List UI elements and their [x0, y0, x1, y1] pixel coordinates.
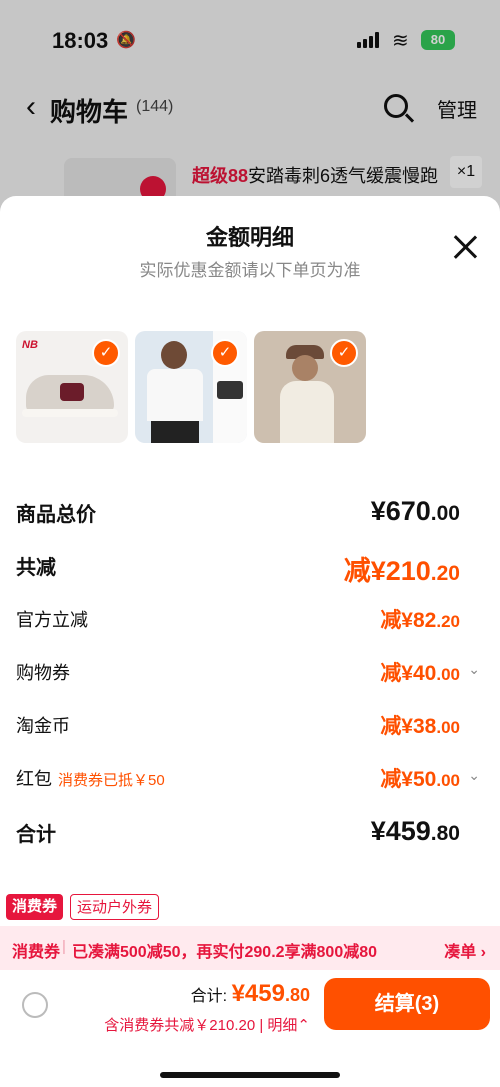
home-indicator — [160, 1072, 340, 1078]
row-label: 购物券 — [16, 663, 70, 683]
red-packet-note: 消费券已抵￥50 — [58, 772, 165, 789]
check-icon: ✓ — [330, 339, 358, 367]
row-value: ¥459.80 — [370, 816, 460, 846]
select-all-radio[interactable] — [22, 992, 48, 1018]
chevron-down-icon[interactable]: ⌄ — [468, 661, 480, 678]
row-official-reduce: 官方立减 减¥82.20 — [16, 604, 484, 634]
row-sum: 合计 ¥459.80 — [16, 816, 484, 850]
model-head — [292, 355, 318, 381]
row-goods-total: 商品总价 ¥670.00 — [16, 496, 484, 530]
sheet-subtitle: 实际优惠金额请以下单页为准 — [139, 261, 361, 280]
promo-bar[interactable]: 消费券 | 已凑满500减50，再实付290.2享满800减80 凑单 › — [0, 926, 500, 970]
row-value: ¥670.00 — [370, 496, 460, 526]
row-total-reduce: 共减 减¥210.20 — [16, 549, 484, 586]
brand-logo: NB — [22, 339, 38, 351]
row-label: 共减 — [16, 557, 56, 579]
shoe-image — [26, 375, 114, 413]
add-items-button[interactable]: 凑单 › — [444, 938, 486, 962]
amount-detail-sheet: 金额明细 实际优惠金额请以下单页为准 NB ✓ ✓ ✓ 商品总价 ¥670.00 — [0, 196, 500, 1087]
sheet-title: 金额明细 — [205, 225, 294, 250]
checkout-bar: 合计: ¥459.80 含消费券共减￥210.20 | 明细⌃ 结算(3) — [0, 970, 500, 1087]
row-value: 减¥38.00 — [380, 715, 460, 738]
product-thumbnail-coat[interactable]: ✓ — [254, 331, 366, 443]
promo-text: 已凑满500减50，再实付290.2享满800减80 — [72, 944, 378, 961]
row-label: 合计 — [16, 824, 56, 846]
row-coupon[interactable]: 购物券 减¥40.00 ⌄ — [16, 657, 484, 687]
checkout-button[interactable]: 结算(3) — [324, 978, 490, 1030]
tshirt-image — [147, 369, 203, 421]
row-label: 商品总价 — [16, 504, 96, 526]
row-value: 减¥50.00 — [380, 768, 460, 791]
close-icon[interactable] — [452, 234, 478, 260]
product-thumbnail-tshirt[interactable]: ✓ — [135, 331, 247, 443]
pants-image — [151, 421, 199, 443]
brand-logo-icon — [217, 381, 243, 399]
detail-toggle[interactable]: 明细⌃ — [267, 1017, 310, 1034]
check-icon: ✓ — [211, 339, 239, 367]
product-thumbnail-shoe[interactable]: NB ✓ — [16, 331, 128, 443]
promo-label: 消费券 — [12, 944, 61, 961]
outdoor-coupon-tag[interactable]: 运动户外券 — [70, 894, 160, 920]
model-head — [161, 341, 187, 369]
check-icon: ✓ — [92, 339, 120, 367]
coat-image — [280, 381, 334, 443]
row-label: 淘金币 — [16, 716, 70, 736]
total-discount-summary: 含消费券共减￥210.20 | 明细⌃ — [104, 1017, 310, 1034]
shoe-sole — [22, 409, 118, 417]
chevron-down-icon[interactable]: ⌄ — [468, 767, 480, 784]
row-red-packet[interactable]: 红包 消费券已抵￥50 减¥50.00 ⌄ — [16, 763, 484, 793]
row-value: 减¥40.00 — [380, 662, 460, 685]
total-price: 合计: ¥459.80 — [190, 980, 310, 1007]
row-coins: 淘金币 减¥38.00 — [16, 710, 484, 740]
row-value: 减¥210.20 — [343, 556, 460, 586]
consume-coupon-tag[interactable]: 消费券 — [6, 894, 64, 920]
row-label: 官方立减 — [16, 610, 88, 630]
coupon-tags: 消费券 运动户外券 — [0, 892, 500, 926]
promo-divider: | — [62, 938, 66, 955]
row-label: 红包 消费券已抵￥50 — [16, 769, 165, 789]
row-value: 减¥82.20 — [380, 609, 460, 632]
